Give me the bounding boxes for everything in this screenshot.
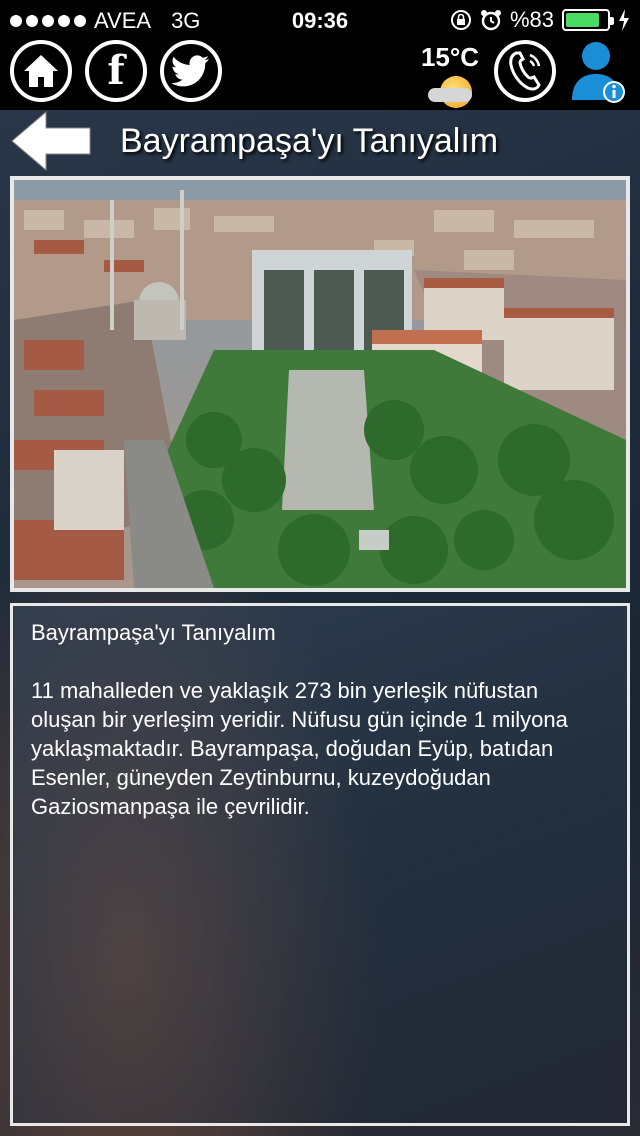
status-bar: AVEA 3G 09:36 %83 (0, 0, 640, 40)
twitter-button[interactable] (160, 40, 222, 102)
info-body: 11 mahalleden ve yaklaşık 273 bin yerleş… (31, 678, 568, 819)
user-info-button[interactable] (568, 40, 630, 106)
top-navigation-bar: f 15°C (0, 40, 640, 110)
title-bar: Bayrampaşa'yı Tanıyalım (0, 110, 640, 176)
city-aerial-photo (10, 176, 630, 592)
home-button[interactable] (10, 40, 72, 102)
cloud-icon (428, 88, 472, 102)
weather-widget[interactable]: 15°C (414, 42, 486, 108)
twitter-icon (172, 55, 209, 87)
battery-level (566, 13, 600, 27)
battery-percent: %83 (509, 7, 554, 32)
info-heading: Bayrampaşa'yı Tanıyalım (31, 620, 276, 645)
back-arrow-icon[interactable] (10, 110, 94, 172)
home-icon (24, 55, 58, 87)
phone-icon (509, 51, 541, 91)
page-title: Bayrampaşa'yı Tanıyalım (120, 122, 499, 160)
info-text-panel: Bayrampaşa'yı Tanıyalım 11 mahalleden ve… (10, 603, 630, 1126)
alarm-icon (480, 10, 501, 31)
facebook-button[interactable]: f (85, 40, 147, 102)
battery-icon (562, 9, 614, 31)
user-info-icon (572, 42, 625, 103)
phone-button[interactable] (494, 40, 556, 102)
status-right: %83 (450, 7, 630, 33)
charging-icon (619, 9, 629, 31)
temperature: 15°C (420, 42, 480, 72)
rotation-lock-icon (450, 10, 471, 30)
facebook-icon: f (107, 47, 125, 94)
